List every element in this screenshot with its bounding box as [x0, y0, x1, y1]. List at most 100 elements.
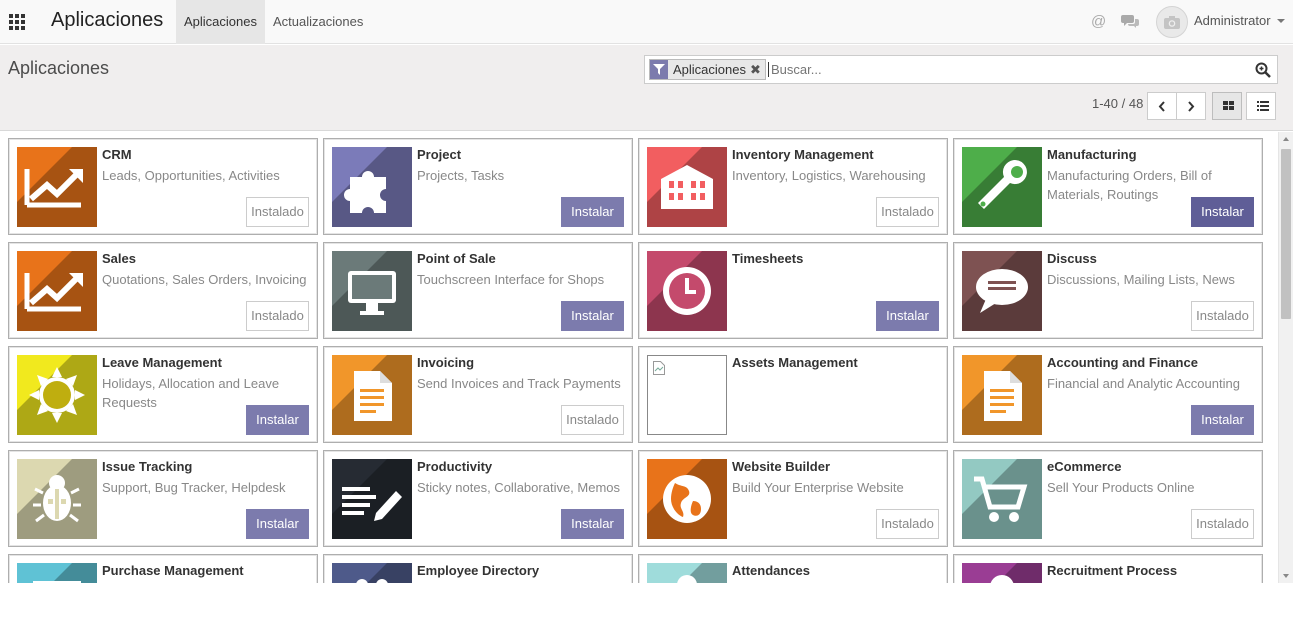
vertical-scrollbar[interactable] — [1278, 132, 1293, 583]
app-card[interactable]: Invoicing Send Invoices and Track Payment… — [323, 346, 633, 443]
bug-icon — [17, 459, 97, 539]
app-card[interactable]: Sales Quotations, Sales Orders, Invoicing… — [8, 242, 318, 339]
app-name[interactable]: Project — [417, 147, 461, 162]
app-name[interactable]: Leave Management — [102, 355, 222, 370]
pager-value[interactable]: 1-40 / 48 — [1092, 96, 1143, 111]
app-card[interactable]: Point of Sale Touchscreen Interface for S… — [323, 242, 633, 339]
app-card[interactable]: Productivity Sticky notes, Collaborative,… — [323, 450, 633, 547]
app-name[interactable]: CRM — [102, 147, 132, 162]
app-name[interactable]: Assets Management — [732, 355, 858, 370]
app-brand-title[interactable]: Aplicaciones — [51, 9, 163, 32]
install-button[interactable]: Instalar — [246, 405, 309, 435]
app-card[interactable]: Accounting and Finance Financial and Anal… — [953, 346, 1263, 443]
facet-remove-icon[interactable]: ✖ — [750, 60, 765, 79]
install-button[interactable]: Instalar — [561, 197, 624, 227]
menu-item-aplicaciones[interactable]: Aplicaciones — [176, 0, 265, 44]
app-card[interactable]: Inventory Management Inventory, Logistics… — [638, 138, 948, 235]
installed-button[interactable]: Instalado — [246, 301, 309, 331]
search-input[interactable] — [768, 62, 1248, 77]
app-summary: Quotations, Sales Orders, Invoicing — [102, 272, 307, 287]
speech-bubble-icon — [962, 251, 1042, 331]
app-summary: Support, Bug Tracker, Helpdesk — [102, 480, 286, 495]
app-card[interactable]: CRM Leads, Opportunities, Activities Insta… — [8, 138, 318, 235]
install-button[interactable]: Instalar — [876, 301, 939, 331]
search-box[interactable]: Aplicaciones ✖ — [644, 55, 1278, 84]
install-button[interactable]: Instalar — [561, 509, 624, 539]
control-panel: Aplicaciones Aplicaciones ✖ 1-40 / 48 — [0, 45, 1293, 131]
app-card[interactable]: Leave Management Holidays, Allocation and… — [8, 346, 318, 443]
app-name[interactable]: Issue Tracking — [102, 459, 192, 474]
app-card[interactable]: Discuss Discussions, Mailing Lists, News I… — [953, 242, 1263, 339]
app-name[interactable]: Attendances — [732, 563, 810, 578]
chat-bubbles-icon[interactable] — [1121, 14, 1139, 28]
install-button[interactable]: Instalar — [561, 301, 624, 331]
app-card[interactable]: Employee Directory — [323, 554, 633, 583]
attendance-icon — [647, 563, 727, 583]
app-card[interactable]: Recruitment Process — [953, 554, 1263, 583]
app-card[interactable]: Assets Management — [638, 346, 948, 443]
kanban-view-button[interactable] — [1212, 92, 1242, 120]
app-name[interactable]: eCommerce — [1047, 459, 1121, 474]
app-name[interactable]: Point of Sale — [417, 251, 496, 266]
document-icon — [332, 355, 412, 435]
app-name[interactable]: Timesheets — [732, 251, 803, 266]
pager-previous-button[interactable] — [1147, 92, 1177, 120]
install-button[interactable]: Instalar — [246, 509, 309, 539]
scroll-down-arrow-icon[interactable] — [1283, 574, 1289, 578]
app-card[interactable]: Project Projects, Tasks Instalar — [323, 138, 633, 235]
user-menu-label[interactable]: Administrator — [1194, 13, 1271, 28]
globe-icon — [647, 459, 727, 539]
app-name[interactable]: Purchase Management — [102, 563, 244, 578]
installed-button[interactable]: Instalado — [246, 197, 309, 227]
app-name[interactable]: Manufacturing — [1047, 147, 1137, 162]
app-name[interactable]: Sales — [102, 251, 136, 266]
clock-icon — [647, 251, 727, 331]
install-button[interactable]: Instalar — [1191, 405, 1254, 435]
chart-icon — [17, 251, 97, 331]
app-switcher-icon[interactable] — [9, 14, 25, 30]
app-name[interactable]: Website Builder — [732, 459, 830, 474]
app-summary: Send Invoices and Track Payments — [417, 376, 621, 391]
app-name[interactable]: Inventory Management — [732, 147, 874, 162]
search-facet: Aplicaciones ✖ — [649, 59, 766, 80]
scroll-up-arrow-icon[interactable] — [1283, 137, 1289, 141]
mention-at-icon[interactable]: @ — [1091, 13, 1106, 30]
installed-button[interactable]: Instalado — [1191, 509, 1254, 539]
app-name[interactable]: Discuss — [1047, 251, 1097, 266]
app-summary: Financial and Analytic Accounting — [1047, 376, 1240, 391]
app-card[interactable]: Attendances — [638, 554, 948, 583]
installed-button[interactable]: Instalado — [876, 509, 939, 539]
app-name[interactable]: Employee Directory — [417, 563, 539, 578]
app-summary: Inventory, Logistics, Warehousing — [732, 168, 926, 183]
user-avatar[interactable] — [1156, 6, 1188, 38]
app-card[interactable]: Timesheets Instalar — [638, 242, 948, 339]
broken-image-icon — [647, 355, 727, 435]
scrollbar-thumb[interactable] — [1281, 149, 1291, 319]
menu-item-actualizaciones[interactable]: Actualizaciones — [265, 0, 371, 44]
app-name[interactable]: Productivity — [417, 459, 492, 474]
install-button[interactable]: Instalar — [1191, 197, 1254, 227]
app-card[interactable]: eCommerce Sell Your Products Online Instal… — [953, 450, 1263, 547]
recruitment-icon — [962, 563, 1042, 583]
search-icon[interactable] — [1255, 62, 1271, 83]
app-name[interactable]: Accounting and Finance — [1047, 355, 1198, 370]
pager-next-button[interactable] — [1176, 92, 1206, 120]
app-name[interactable]: Recruitment Process — [1047, 563, 1177, 578]
chevron-down-icon[interactable] — [1277, 19, 1285, 23]
chart-icon — [17, 147, 97, 227]
top-navbar: Aplicaciones Aplicaciones Actualizacione… — [0, 0, 1293, 44]
app-card[interactable]: Manufacturing Manufacturing Orders, Bill … — [953, 138, 1263, 235]
app-name[interactable]: Invoicing — [417, 355, 474, 370]
installed-button[interactable]: Instalado — [876, 197, 939, 227]
app-summary: Sticky notes, Collaborative, Memos — [417, 480, 621, 495]
installed-button[interactable]: Instalado — [561, 405, 624, 435]
list-view-button[interactable] — [1246, 92, 1276, 120]
app-card[interactable]: Issue Tracking Support, Bug Tracker, Help… — [8, 450, 318, 547]
top-menu: Aplicaciones Actualizaciones — [176, 0, 371, 44]
monitor-icon — [332, 251, 412, 331]
document-icon — [962, 355, 1042, 435]
app-card[interactable]: Purchase Management — [8, 554, 318, 583]
sun-icon — [17, 355, 97, 435]
installed-button[interactable]: Instalado — [1191, 301, 1254, 331]
app-card[interactable]: Website Builder Build Your Enterprise Web… — [638, 450, 948, 547]
